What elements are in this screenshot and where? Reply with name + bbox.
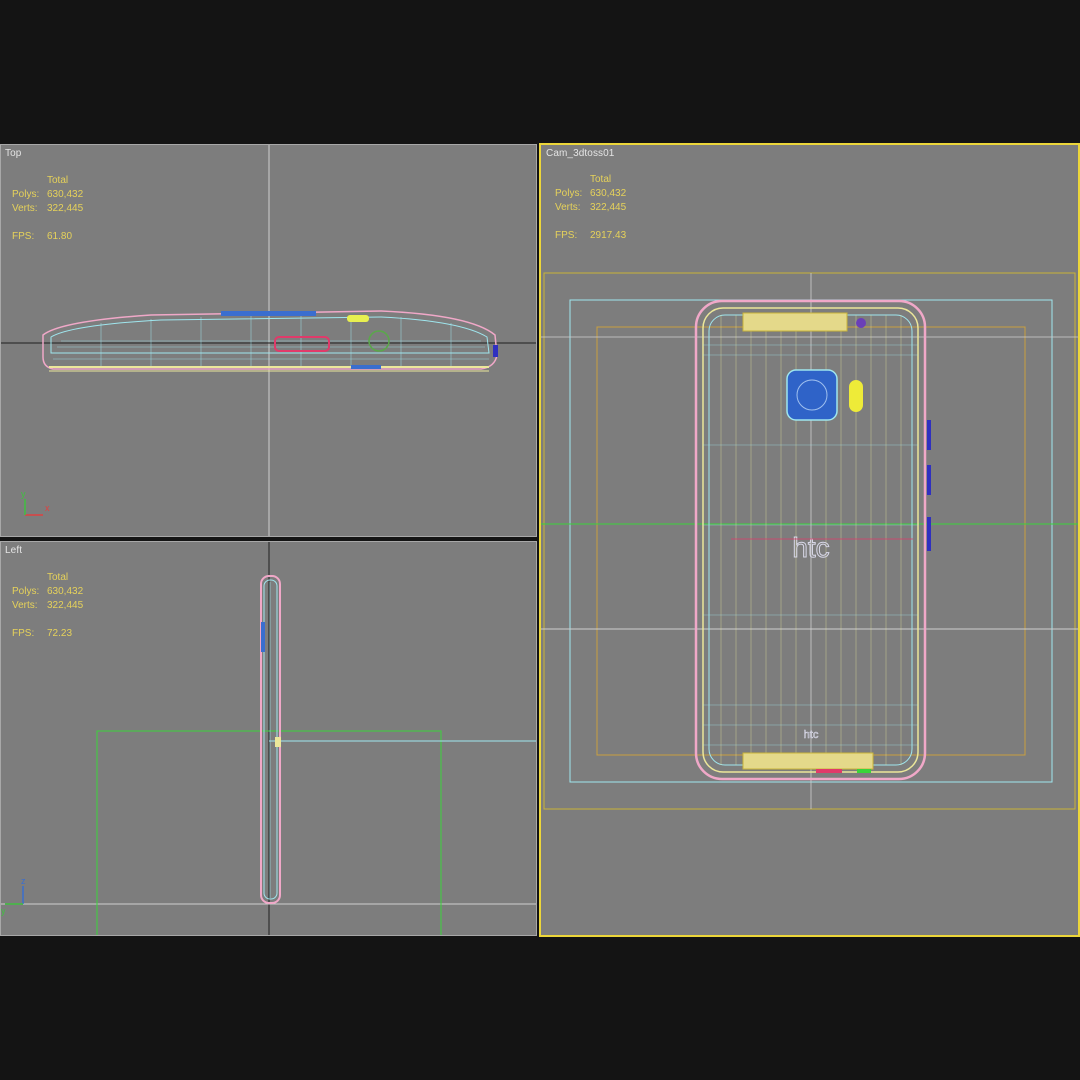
polys-label: Polys: — [12, 189, 40, 200]
verts-value: 322,445 — [47, 203, 84, 214]
viewport-label-left[interactable]: Left — [5, 545, 22, 556]
verts-value: 322,445 — [590, 202, 627, 213]
stats-total-label: Total — [47, 175, 69, 186]
htc-logo-small: htc — [804, 729, 819, 741]
verts-label: Verts: — [555, 202, 581, 213]
viewport-label-camera[interactable]: Cam_3dtoss01 — [546, 148, 614, 159]
polys-value: 630,432 — [47, 586, 84, 597]
fps-value: 72.23 — [47, 628, 73, 639]
polys-value: 630,432 — [47, 189, 84, 200]
stats-total-label: Total — [590, 174, 612, 185]
viewport-camera[interactable]: htc htc Cam_3dtoss01 Total Polys: 630,432… — [539, 143, 1080, 937]
stats-overlay-left: Total Polys: 630,432 Verts: 322,445 FPS: 72… — [12, 571, 83, 641]
verts-label: Verts: — [12, 203, 38, 214]
verts-value: 322,445 — [47, 600, 84, 611]
polys-value: 630,432 — [590, 188, 627, 199]
camera-view-wireframe: htc htc — [541, 272, 1078, 810]
verts-label: Verts: — [12, 600, 38, 611]
fps-value: 2917.43 — [590, 230, 627, 241]
stats-total-label: Total — [47, 572, 69, 583]
y-axis-label: y — [21, 489, 26, 499]
y-axis-label-left: y — [1, 906, 6, 916]
stats-overlay-top: Total Polys: 630,432 Verts: 322,445 FPS: 61… — [12, 174, 83, 244]
polys-label: Polys: — [12, 586, 40, 597]
viewport-top[interactable]: x y Top Total Polys: 630,432 Verts: 322,44… — [0, 144, 537, 537]
fps-label: FPS: — [555, 230, 578, 241]
z-axis-label: z — [21, 876, 26, 886]
fps-label: FPS: — [12, 231, 35, 242]
viewport-label-top[interactable]: Top — [5, 148, 21, 159]
fps-label: FPS: — [12, 628, 35, 639]
x-axis-label: x — [45, 503, 50, 513]
fps-value: 61.80 — [47, 231, 73, 242]
stats-overlay-camera: Total Polys: 630,432 Verts: 322,445 FPS: 29… — [555, 173, 626, 243]
viewport-left[interactable]: z y Left Total Polys: 630,432 Verts: 322,4… — [0, 541, 537, 936]
polys-label: Polys: — [555, 188, 583, 199]
htc-logo-large: htc — [792, 532, 829, 563]
